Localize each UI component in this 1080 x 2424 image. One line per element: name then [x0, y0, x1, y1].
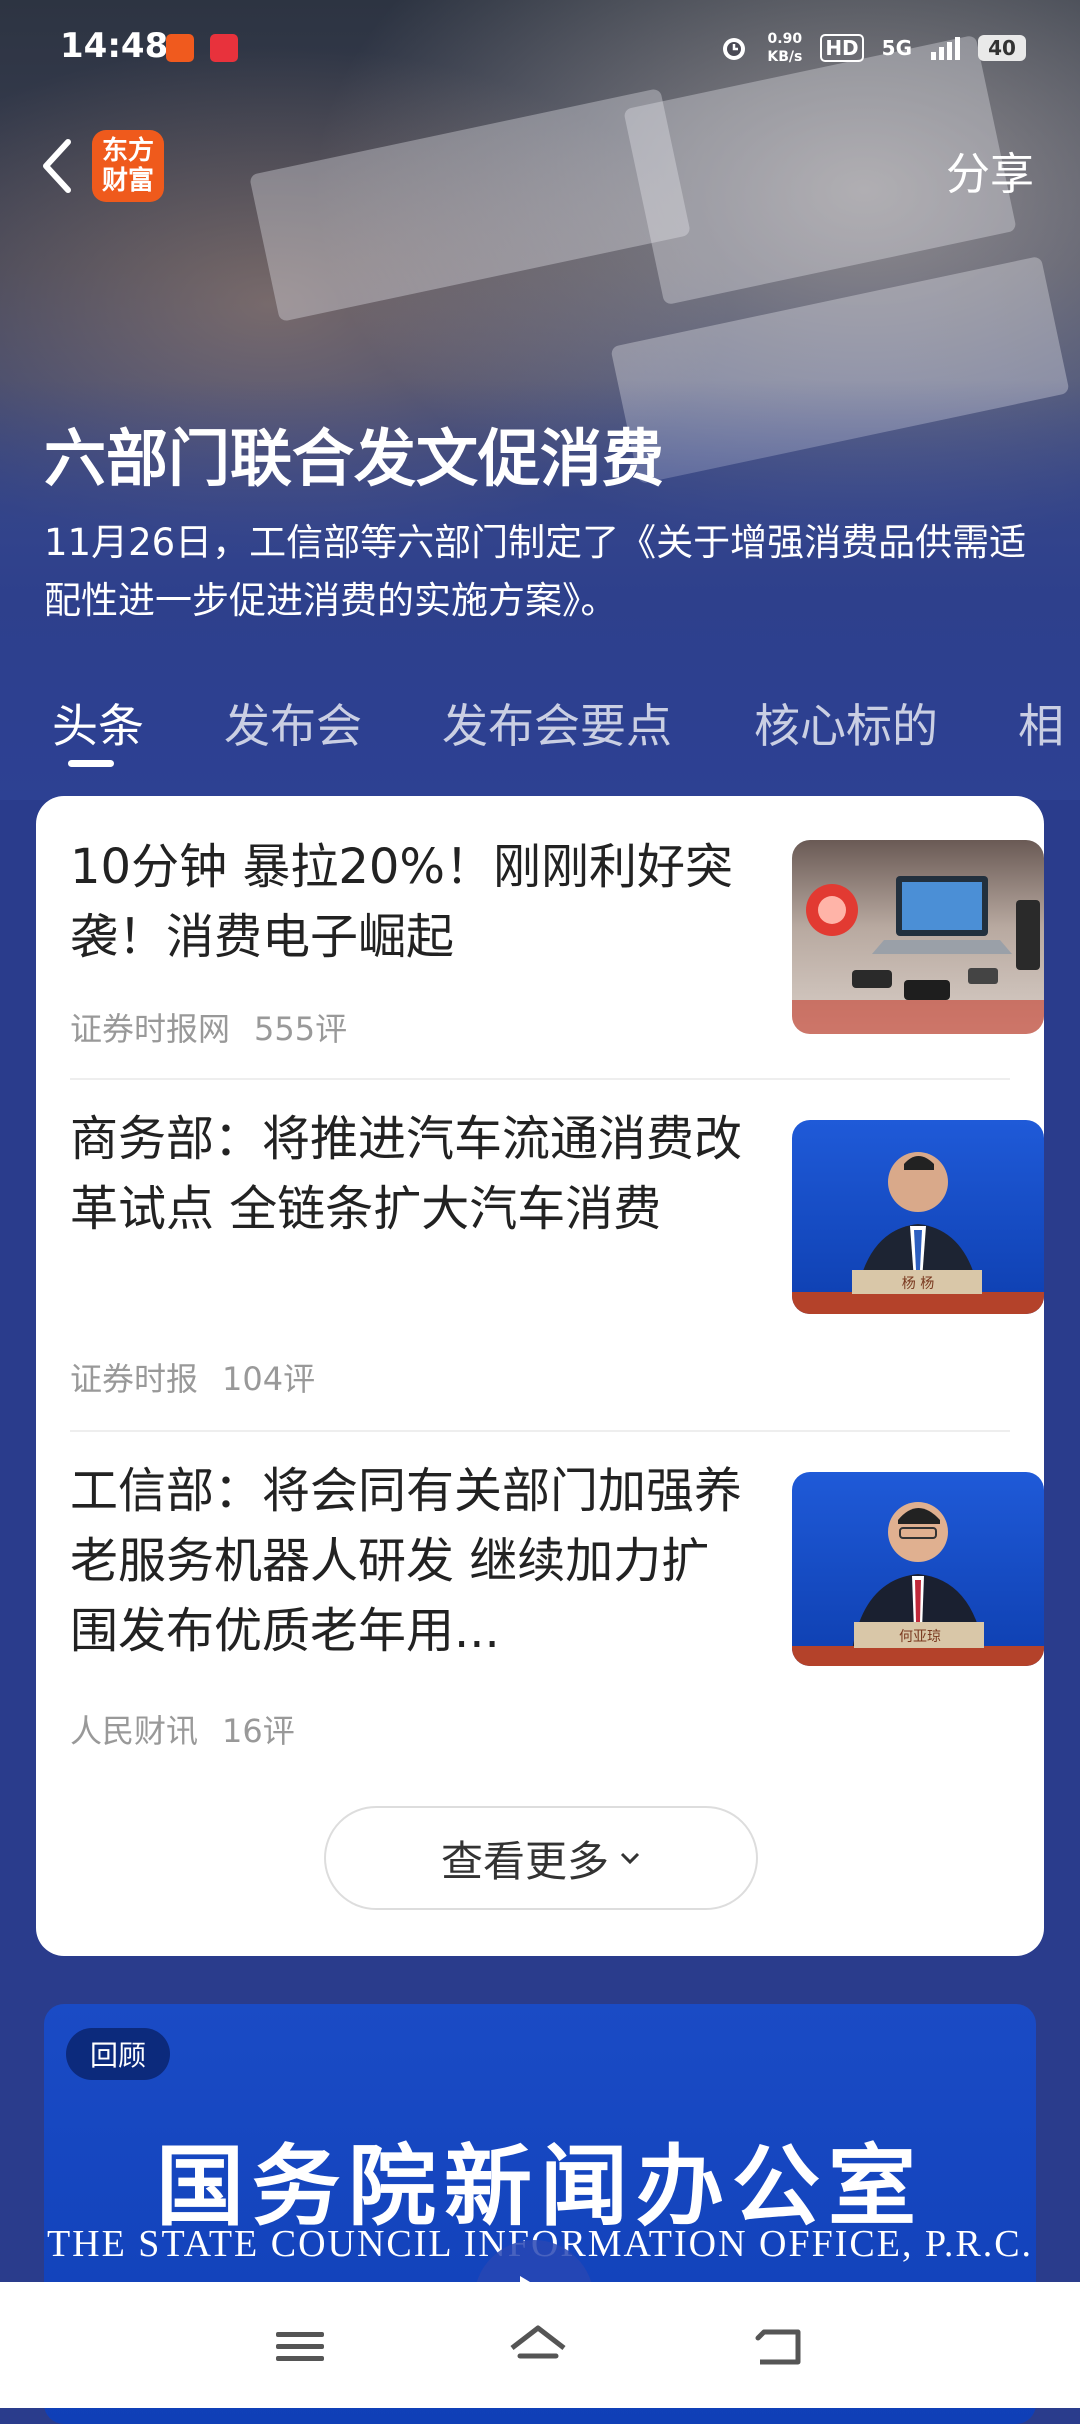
news-thumbnail[interactable]: 何亚琼 [792, 1472, 1044, 1666]
news-source: 证券时报 [70, 1360, 199, 1398]
alarm-icon [723, 38, 746, 60]
status-bar: 14:48 0.90 KB/s HD 5G 40 [0, 0, 1080, 100]
news-meta: 证券时报 104评 [70, 1354, 315, 1400]
chevron-down-icon [620, 1852, 640, 1865]
divider [70, 1430, 1010, 1432]
app-logo: 东方 财富 [92, 130, 164, 202]
divider [70, 1078, 1010, 1080]
review-badge: 回顾 [66, 2028, 171, 2080]
tab-press-conference[interactable]: 发布会 [224, 690, 362, 756]
news-card: 10分钟 暴拉20%！刚刚利好突袭！消费电子崛起 证券时报网 555评 商务部：将… [36, 796, 1044, 1956]
news-item[interactable]: 工信部：将会同有关部门加强养老服务机器人研发 继续加力扩围发布优质老年用... … [70, 1463, 1044, 1784]
notification-app-icon [166, 34, 194, 62]
active-tab-indicator [68, 760, 114, 767]
news-comments: 16评 [222, 1712, 295, 1750]
news-item[interactable]: 商务部：将推进汽车流通消费改革试点 全链条扩大汽车消费 证券时报 104评 杨 杨 [70, 1111, 1044, 1432]
net-speed: 0.90 KB/s [767, 31, 803, 65]
tab-headlines[interactable]: 头条 [52, 690, 144, 756]
page-subtitle: 11月26日，工信部等六部门制定了《关于增强消费品供需适配性进一步促进消费的实施… [44, 521, 1027, 622]
news-title[interactable]: 工信部：将会同有关部门加强养老服务机器人研发 继续加力扩围发布优质老年用... [70, 1456, 750, 1666]
news-comments: 555评 [254, 1010, 348, 1048]
system-nav-bar [0, 2282, 1080, 2408]
nameplate-text: 杨 杨 [902, 1276, 934, 1292]
news-title[interactable]: 10分钟 暴拉20%！刚刚利好突袭！消费电子崛起 [70, 832, 750, 972]
top-bar: 东方 财富 分享 [0, 120, 1080, 210]
news-thumbnail[interactable] [792, 840, 1044, 1034]
news-title[interactable]: 商务部：将推进汽车流通消费改革试点 全链条扩大汽车消费 [70, 1104, 750, 1244]
news-item[interactable]: 10分钟 暴拉20%！刚刚利好突袭！消费电子崛起 证券时报网 555评 [70, 832, 1044, 1082]
view-more-button[interactable]: 查看更多 [324, 1806, 758, 1910]
news-thumbnail[interactable]: 杨 杨 [792, 1120, 1044, 1314]
news-meta: 证券时报网 555评 [70, 1004, 347, 1050]
status-indicators: 0.90 KB/s HD 5G 40 [719, 26, 1026, 70]
news-comments: 104评 [222, 1360, 316, 1398]
notification-app-icon [210, 34, 238, 62]
tab-bar: 头条 发布会 发布会要点 核心标的 相 [0, 680, 1080, 780]
view-more-label: 查看更多 [440, 1836, 609, 1886]
news-source: 证券时报网 [70, 1010, 231, 1048]
status-time: 14:48 [60, 26, 169, 66]
back-icon[interactable] [750, 2322, 810, 2372]
network-type: 5G [881, 36, 912, 60]
battery-icon: 40 [978, 35, 1026, 61]
menu-icon[interactable] [270, 2322, 330, 2372]
share-button[interactable]: 分享 [946, 138, 1034, 202]
news-meta: 人民财讯 16评 [70, 1706, 295, 1752]
tab-related[interactable]: 相 [1018, 690, 1064, 756]
hd-badge: HD [820, 34, 864, 62]
home-icon[interactable] [508, 2322, 568, 2372]
back-arrow-icon[interactable] [38, 136, 78, 196]
signal-icon [931, 37, 960, 60]
nameplate-text: 何亚琼 [899, 1629, 941, 1645]
news-source: 人民财讯 [70, 1712, 199, 1750]
tab-conference-highlights[interactable]: 发布会要点 [442, 690, 672, 756]
page-title: 六部门联合发文促消费 [44, 422, 665, 495]
tab-core-targets[interactable]: 核心标的 [754, 690, 938, 756]
